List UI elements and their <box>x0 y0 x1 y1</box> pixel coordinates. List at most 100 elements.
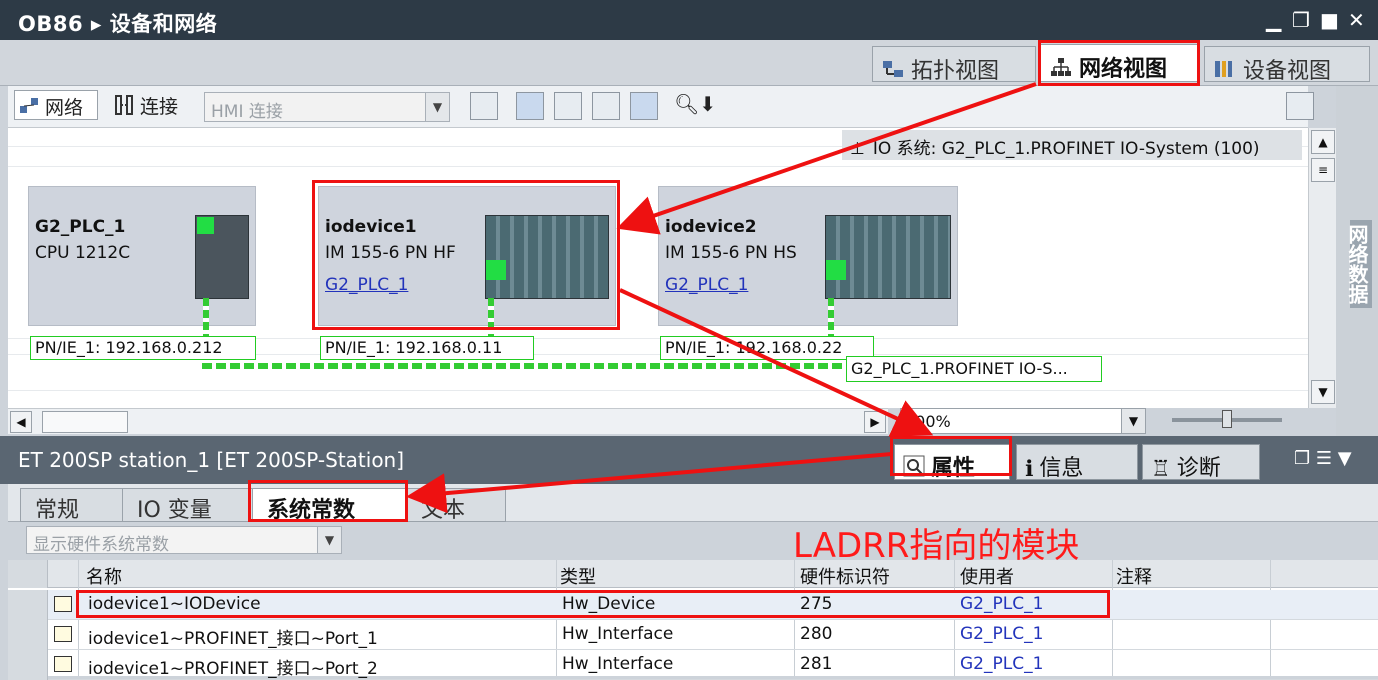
table-view-icon[interactable] <box>592 92 620 120</box>
highlight-network-view <box>1038 40 1200 86</box>
ip-text: PN/IE_1: 192.168.0.11 <box>325 338 503 357</box>
rename-icon[interactable] <box>470 92 498 120</box>
io-system-label: ⊥ IO 系统: G2_PLC_1.PROFINET IO-System (100… <box>842 130 1302 160</box>
tab-diagnostics[interactable]: ♖ 诊断 <box>1142 444 1260 482</box>
network-mode-button[interactable]: 网络 <box>14 90 98 120</box>
side-tab-label: 网络数据 <box>1345 224 1369 304</box>
col-comment[interactable]: 注释 <box>1116 563 1152 589</box>
network-data-side-tab[interactable]: 网络数据 <box>1345 220 1372 308</box>
horizontal-scrollbar[interactable]: ◀ ▶ <box>8 408 888 434</box>
tab-io-tags[interactable]: IO 变量 <box>122 488 256 523</box>
zoom-slider[interactable] <box>1172 410 1282 428</box>
cell-type: Hw_Interface <box>562 624 674 644</box>
scroll-down-icon[interactable]: ▼ <box>1311 380 1335 404</box>
filter-value: 显示硬件系统常数 <box>33 535 169 555</box>
restore-icon[interactable]: ❐ <box>1292 8 1310 32</box>
ip-label-iodevice2[interactable]: PN/IE_1: 192.168.0.22 <box>660 336 874 360</box>
tab-general[interactable]: 常规 <box>20 488 124 523</box>
minimize-icon[interactable]: ▁ <box>1266 8 1281 32</box>
ip-text: PN/IE_1: 192.168.0.22 <box>665 338 843 357</box>
cell-type: Hw_Interface <box>562 654 674 674</box>
chevron-down-icon[interactable]: ▼ <box>1121 409 1145 433</box>
close-icon[interactable]: ✕ <box>1348 8 1365 32</box>
profinet-network-line[interactable] <box>202 363 842 369</box>
network-overview-icon[interactable] <box>1286 92 1314 120</box>
scroll-up-icon[interactable]: ▲ <box>1311 130 1335 154</box>
editor-titlebar: OB86 ▸ 设备和网络 ▁ ❐ ■ ✕ <box>0 0 1378 40</box>
tab-io-tags-label: IO 变量 <box>137 498 212 523</box>
cell-user[interactable]: G2_PLC_1 <box>960 624 1043 644</box>
highlight-iodevice-row <box>76 590 1110 618</box>
device-name: iodevice2 <box>665 217 757 237</box>
vertical-scrollbar[interactable]: ▲ ≡ ▼ <box>1308 128 1336 408</box>
constant-icon <box>54 626 72 642</box>
io-system-network-label[interactable]: G2_PLC_1.PROFINET IO-S... <box>846 356 1102 382</box>
chevron-down-icon[interactable]: ▼ <box>425 93 449 121</box>
table-row[interactable]: iodevice1~PROFINET_接口~Port_1 Hw_Interfac… <box>8 620 1378 650</box>
tab-device-view[interactable]: 设备视图 <box>1204 46 1370 84</box>
cell-name: iodevice1~PROFINET_接口~Port_1 <box>88 629 378 649</box>
zoom-select[interactable]: 100% ▼ <box>900 408 1146 434</box>
tab-texts-label: 文本 <box>421 498 466 523</box>
highlight-system-constants <box>248 480 408 522</box>
tab-info-label: 信息 <box>1039 456 1084 481</box>
editor-title: OB86 ▸ 设备和网络 <box>18 12 218 36</box>
io-system-text: IO 系统: G2_PLC_1.PROFINET IO-System (100) <box>872 139 1260 159</box>
highlight-properties-tab <box>890 436 1012 476</box>
tab-texts[interactable]: 文本 <box>406 488 506 523</box>
panel-options-icon[interactable]: ❐ ☰ ▼ <box>1294 448 1352 469</box>
connect-mode-label: 连接 <box>140 96 179 118</box>
cell-hwid: 280 <box>800 624 833 644</box>
scroll-thumb[interactable] <box>42 411 128 433</box>
device-model: CPU 1212C <box>35 243 131 263</box>
connect-icon <box>114 94 134 121</box>
col-type[interactable]: 类型 <box>560 563 596 589</box>
device-iodevice2[interactable]: iodevice2 IM 155-6 PN HS G2_PLC_1 <box>658 186 958 326</box>
ip-text: PN/IE_1: 192.168.0.212 <box>35 338 223 357</box>
ip-label-g2-plc-1[interactable]: PN/IE_1: 192.168.0.212 <box>30 336 256 360</box>
cell-name: iodevice1~PROFINET_接口~Port_2 <box>88 659 378 679</box>
connect-mode-button[interactable]: 连接 <box>110 90 182 123</box>
highlight-io-system-icon[interactable] <box>516 92 544 120</box>
tab-diagnostics-label: 诊断 <box>1176 456 1221 481</box>
constants-filter-select[interactable]: 显示硬件系统常数 ▼ <box>26 526 342 555</box>
et200sp-rack-icon <box>825 215 951 299</box>
constant-icon <box>54 656 72 672</box>
show-labels-icon[interactable] <box>554 92 582 120</box>
device-controller-link[interactable]: G2_PLC_1 <box>665 275 748 295</box>
ip-label-iodevice1[interactable]: PN/IE_1: 192.168.0.11 <box>320 336 534 360</box>
highlight-iodevice1 <box>312 180 620 330</box>
inspector-title: ET 200SP station_1 [ET 200SP-Station] <box>18 448 405 472</box>
chevron-down-icon[interactable]: ▼ <box>317 527 341 553</box>
network-label-text: G2_PLC_1.PROFINET IO-S... <box>851 359 1068 378</box>
device-model: IM 155-6 PN HS <box>665 243 797 263</box>
cell-user[interactable]: G2_PLC_1 <box>960 654 1043 674</box>
scroll-right-icon[interactable]: ▶ <box>864 411 886 433</box>
network-port-line <box>203 298 209 338</box>
device-g2-plc-1[interactable]: G2_PLC_1 CPU 1212C <box>28 186 256 326</box>
tab-general-label: 常规 <box>35 498 80 523</box>
connection-type-value: HMI 连接 <box>211 102 283 122</box>
tab-device-label: 设备视图 <box>1243 59 1332 84</box>
info-icon: ℹ <box>1025 456 1034 482</box>
network-toolbar: 网络 连接 HMI 连接 ▼ 🔍︎⬇ <box>8 86 1314 128</box>
columns-view-icon[interactable] <box>630 92 658 120</box>
scroll-thumb[interactable]: ≡ <box>1311 158 1335 182</box>
tab-topology-view[interactable]: 拓扑视图 <box>872 46 1036 84</box>
plc-module-icon <box>195 215 249 299</box>
network-mode-icon <box>19 96 39 121</box>
device-icon <box>1213 58 1237 86</box>
tab-info[interactable]: ℹ 信息 <box>1016 444 1138 482</box>
pin-icon: ⊥ <box>850 139 865 159</box>
col-user[interactable]: 使用者 <box>960 563 1014 589</box>
connection-type-select[interactable]: HMI 连接 ▼ <box>204 92 450 122</box>
scroll-left-icon[interactable]: ◀ <box>10 411 32 433</box>
col-name[interactable]: 名称 <box>86 563 122 589</box>
col-hwid[interactable]: 硬件标识符 <box>800 563 890 589</box>
network-mode-label: 网络 <box>45 97 84 119</box>
maximize-icon[interactable]: ■ <box>1320 8 1339 32</box>
zoom-value: 100% <box>905 412 951 431</box>
zoom-icon[interactable]: 🔍︎⬇ <box>674 92 716 116</box>
network-port-line <box>828 298 834 338</box>
diagnostics-icon: ♖ <box>1151 456 1171 482</box>
